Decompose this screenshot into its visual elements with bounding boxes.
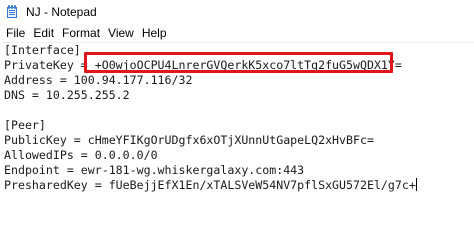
editor-line: Address = 100.94.177.116/32 <box>4 73 193 87</box>
menu-view[interactable]: View <box>104 24 138 42</box>
window-title: NJ - Notepad <box>26 5 97 19</box>
menu-edit[interactable]: Edit <box>29 24 58 42</box>
menu-file[interactable]: File <box>0 24 29 42</box>
editor-line: [Peer] <box>4 118 46 132</box>
editor-line: DNS = 10.255.255.2 <box>4 88 130 102</box>
editor-line-last: PresharedKey = fUeBejjEfX1En/xTALSVeW54N… <box>4 178 417 193</box>
editor-line: Endpoint = ewr-181-wg.whiskergalaxy.com:… <box>4 163 305 177</box>
text-caret <box>415 178 417 191</box>
notepad-icon <box>6 5 18 19</box>
menu-bar: File Edit Format View Help <box>0 24 474 43</box>
annotation-highlight-box <box>84 52 393 73</box>
editor-line: [Interface] <box>4 43 81 57</box>
title-bar: NJ - Notepad <box>0 0 474 24</box>
editor-line: PublicKey = cHmeYFIKgOrUDgfx6xOTjXUnnUtG… <box>4 133 374 147</box>
text-editor[interactable]: [Interface] PrivateKey = +O0wjoOCPU4Lnre… <box>0 43 474 249</box>
editor-line: AllowedIPs = 0.0.0.0/0 <box>4 148 158 162</box>
menu-format[interactable]: Format <box>58 24 104 42</box>
menu-help[interactable]: Help <box>138 24 171 42</box>
editor-line-text: PresharedKey = fUeBejjEfX1En/xTALSVeW54N… <box>4 178 416 192</box>
